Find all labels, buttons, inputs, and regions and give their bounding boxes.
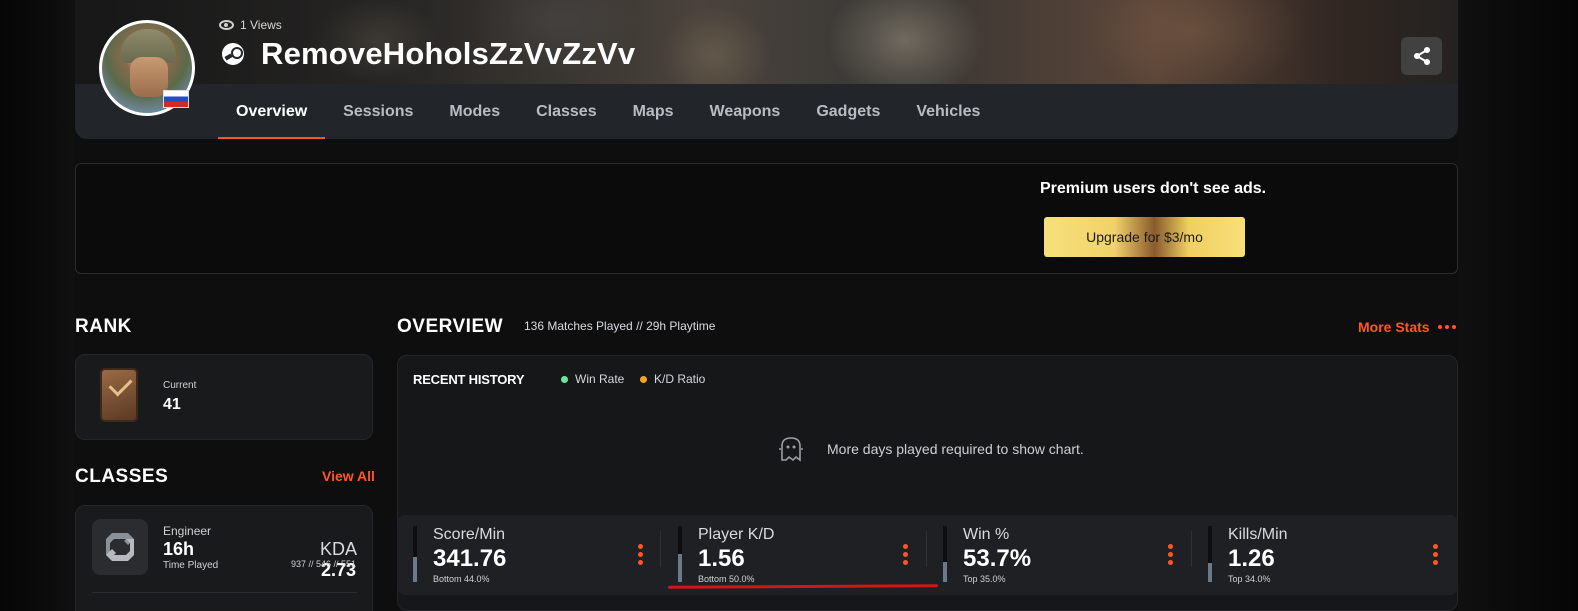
tab-maps[interactable]: Maps [615, 84, 692, 139]
stat-percentile: Bottom 44.0% [433, 574, 490, 584]
engineer-icon [106, 533, 134, 561]
rank-title: RANK [75, 316, 132, 337]
stat-divider [1191, 531, 1192, 567]
stat-options-icon[interactable] [903, 544, 908, 565]
stat-percentile: Top 35.0% [963, 574, 1006, 584]
tab-overview[interactable]: Overview [218, 84, 326, 139]
chart-empty-message: More days played required to show chart. [827, 441, 1084, 457]
classes-view-all-link[interactable]: View All [322, 468, 375, 484]
class-kda-detail: 937 // 546 // 551 [290, 559, 356, 569]
stat-options-icon[interactable] [1168, 544, 1173, 565]
page-edge-left [0, 0, 75, 611]
stat-card-win-[interactable]: Win % 53.7% Top 35.0% [943, 515, 1183, 595]
more-stats-link[interactable]: More Stats [1358, 319, 1430, 335]
class-time: 16h [163, 539, 195, 559]
legend-label: K/D Ratio [654, 372, 706, 386]
share-button[interactable] [1401, 37, 1442, 75]
stat-options-icon[interactable] [1433, 544, 1438, 565]
percentile-bar-fill [943, 562, 947, 582]
tab-weapons[interactable]: Weapons [692, 84, 799, 139]
recent-history-title: RECENT HISTORY [413, 372, 525, 387]
class-time-label: Time Played [163, 560, 219, 571]
tab-vehicles[interactable]: Vehicles [898, 84, 998, 139]
eye-icon [219, 20, 234, 30]
legend-kd-ratio[interactable]: K/D Ratio [640, 372, 705, 386]
rank-current-label: Current [163, 380, 197, 391]
stat-label: Score/Min [433, 526, 506, 543]
view-count-text: 1 Views [240, 18, 282, 32]
legend-label: Win Rate [575, 372, 625, 386]
view-count: 1 Views [219, 18, 282, 32]
stat-label: Player K/D [698, 526, 775, 543]
stat-value: 1.56 [698, 545, 745, 572]
upgrade-button[interactable]: Upgrade for $3/mo [1044, 217, 1245, 257]
share-icon [1413, 47, 1430, 65]
stat-value: 1.26 [1228, 545, 1275, 572]
percentile-bar-fill [413, 557, 417, 582]
steam-icon [222, 43, 244, 65]
stat-card-player-k-d[interactable]: Player K/D 1.56 Bottom 50.0% [678, 515, 918, 595]
overview-subtitle: 136 Matches Played // 29h Playtime [524, 319, 716, 333]
stat-label: Win % [963, 526, 1010, 543]
legend-dot-icon [561, 375, 568, 383]
tab-modes[interactable]: Modes [431, 84, 518, 139]
stat-card-score-min[interactable]: Score/Min 341.76 Bottom 44.0% [413, 515, 653, 595]
percentile-bar-fill [1208, 563, 1212, 582]
premium-message: Premium users don't see ads. [1040, 180, 1267, 197]
profile-tabs: Overview Sessions Modes Classes Maps Weapons G… [218, 84, 998, 139]
rank-badge-icon [100, 368, 138, 422]
tab-sessions[interactable]: Sessions [325, 84, 431, 139]
classes-title: CLASSES [75, 466, 169, 487]
more-options-icon[interactable] [1438, 325, 1456, 329]
legend-dot-icon [640, 375, 647, 383]
class-kda-label: KDA [319, 539, 356, 559]
stat-card-kills-min[interactable]: Kills/Min 1.26 Top 34.0% [1208, 515, 1448, 595]
stat-value: 341.76 [433, 545, 507, 572]
stat-percentile: Top 34.0% [1228, 574, 1271, 584]
divider [92, 592, 357, 593]
tab-gadgets[interactable]: Gadgets [798, 84, 898, 139]
rank-current-value: 41 [163, 396, 181, 413]
stat-value: 53.7% [963, 545, 1032, 572]
stat-divider [926, 531, 927, 567]
stat-percentile: Bottom 50.0% [698, 574, 755, 584]
engineer-class-icon [92, 519, 148, 575]
username: RemoveHoholsZzVvZzVv [261, 36, 636, 71]
stat-divider [660, 531, 661, 567]
country-flag-icon [163, 90, 189, 108]
legend-win-rate[interactable]: Win Rate [561, 372, 624, 386]
overview-title: OVERVIEW [397, 316, 504, 337]
tab-classes[interactable]: Classes [518, 84, 615, 139]
stat-label: Kills/Min [1228, 526, 1288, 543]
percentile-bar-fill [678, 554, 682, 582]
stat-options-icon[interactable] [638, 544, 643, 565]
page-edge-right [1458, 0, 1578, 611]
ghost-icon [779, 437, 803, 462]
class-name: Engineer [163, 524, 212, 538]
